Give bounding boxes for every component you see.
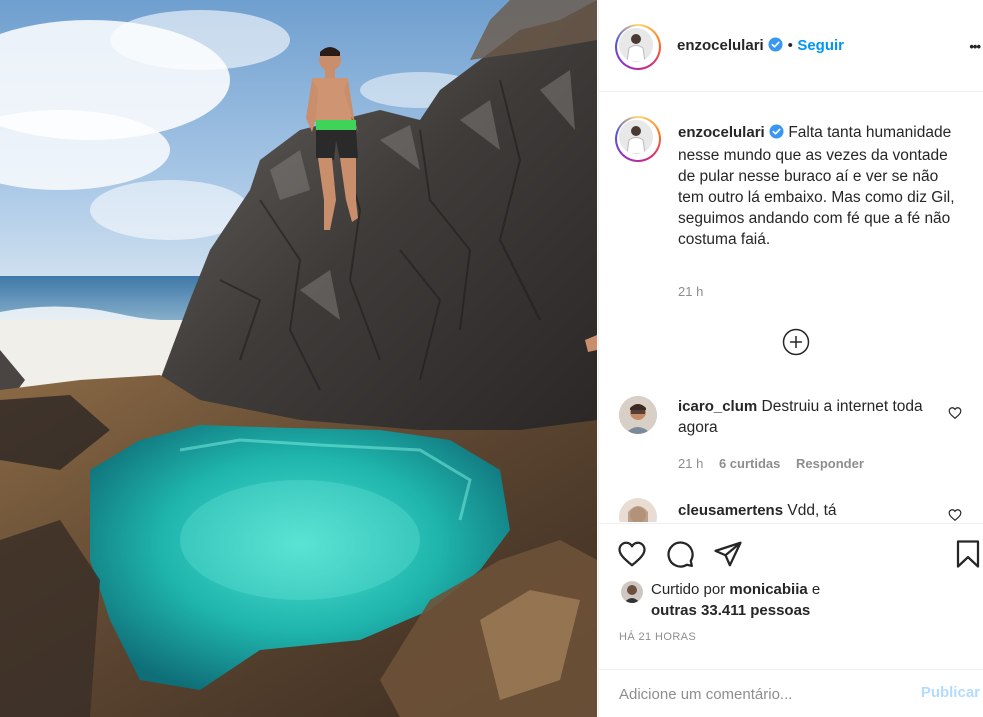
post-side-panel: enzocelulari • Seguir ••• enzocelulari F… <box>598 0 983 717</box>
follow-button[interactable]: Seguir <box>797 37 844 54</box>
load-more-icon[interactable] <box>782 328 810 361</box>
post-caption: enzocelulari Falta tanta humanidade ness… <box>678 122 968 250</box>
comment-body: cleusamertens Vdd, tá <box>678 500 958 521</box>
author-avatar[interactable] <box>615 24 661 70</box>
verified-badge-icon <box>768 37 783 57</box>
post-time[interactable]: HÁ 21 HORAS <box>619 631 696 643</box>
comment-timestamp[interactable]: 21 h <box>678 456 703 471</box>
comment-heart-icon[interactable] <box>948 508 962 522</box>
post-actions-section: Curtido por monicabiia e outras 33.411 p… <box>599 523 983 717</box>
commenter-avatar[interactable] <box>619 498 657 522</box>
caption-username[interactable]: enzocelulari <box>678 124 765 141</box>
comment-username[interactable]: icaro_clum <box>678 398 757 415</box>
liker-avatar[interactable] <box>621 581 643 603</box>
comment-input[interactable] <box>619 682 909 706</box>
reply-button[interactable]: Responder <box>796 456 864 471</box>
verified-badge-icon <box>769 124 784 145</box>
likes-prefix: Curtido por <box>651 581 726 598</box>
post-image <box>0 0 597 717</box>
post-header: enzocelulari • Seguir ••• <box>599 0 983 92</box>
comment-heart-icon[interactable] <box>948 406 962 425</box>
comment-icon[interactable] <box>665 539 695 574</box>
add-comment-bar: Publicar <box>599 669 983 717</box>
likes-and: e <box>811 581 821 598</box>
liker-username[interactable]: monicabiia <box>729 581 807 598</box>
caption-author-avatar[interactable] <box>615 116 661 162</box>
comments-section[interactable]: enzocelulari Falta tanta humanidade ness… <box>599 92 983 522</box>
comment-text: Vdd, tá <box>787 502 837 519</box>
author-username[interactable]: enzocelulari <box>677 37 764 54</box>
share-icon[interactable] <box>713 539 743 574</box>
caption-text: Falta tanta humanidade nesse mundo que a… <box>678 124 955 248</box>
commenter-avatar[interactable] <box>619 396 657 434</box>
heart-icon[interactable] <box>617 539 647 574</box>
comment-item: cleusamertens Vdd, tá <box>599 498 983 522</box>
save-icon[interactable] <box>953 539 983 574</box>
more-options-icon[interactable]: ••• <box>969 39 981 54</box>
comment-body: icaro_clum Destruiu a internet toda agor… <box>678 396 958 438</box>
separator-dot: • <box>787 37 793 54</box>
likes-summary: Curtido por monicabiia e outras 33.411 p… <box>651 579 820 621</box>
caption-timestamp[interactable]: 21 h <box>678 284 703 299</box>
publish-button[interactable]: Publicar <box>921 684 980 701</box>
comment-item: icaro_clum Destruiu a internet toda agor… <box>599 392 983 482</box>
likes-others-link[interactable]: outras 33.411 pessoas <box>651 602 810 619</box>
comment-likes[interactable]: 6 curtidas <box>719 456 780 471</box>
post-photo[interactable] <box>0 0 597 717</box>
comment-username[interactable]: cleusamertens <box>678 502 783 519</box>
